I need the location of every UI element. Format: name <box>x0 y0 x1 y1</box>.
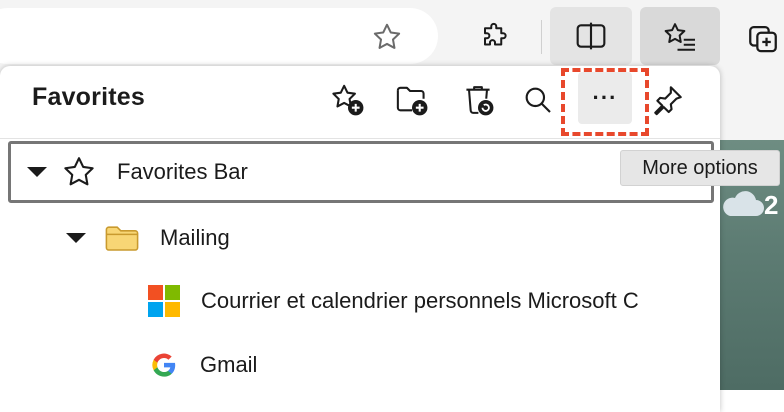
search-icon <box>525 87 551 113</box>
weather-temperature: 2 <box>764 190 779 220</box>
add-folder-button[interactable] <box>392 80 432 120</box>
google-logo-icon <box>152 353 176 377</box>
caret-down-icon[interactable] <box>66 233 86 243</box>
tree-item-outlook-bookmark[interactable]: Courrier et calendrier personnels Micros… <box>0 272 720 330</box>
tree-item-favorites-bar[interactable]: Favorites Bar <box>8 141 714 203</box>
annotation-highlight-box <box>561 68 649 136</box>
header-divider <box>0 138 720 139</box>
folder-icon <box>105 226 139 251</box>
tree-item-label: Courrier et calendrier personnels Micros… <box>201 288 639 313</box>
recently-deleted-button[interactable] <box>458 80 498 120</box>
favorites-button[interactable] <box>640 7 720 65</box>
tree-item-mailing-folder[interactable]: Mailing <box>0 210 720 266</box>
pin-icon <box>654 86 682 116</box>
panel-title: Favorites <box>32 83 145 111</box>
more-options-tooltip: More options <box>620 150 780 186</box>
puzzle-icon <box>484 22 507 46</box>
toolbar-separator <box>541 20 542 54</box>
add-favorite-icon <box>332 84 364 116</box>
background-page-strip <box>718 390 784 412</box>
tree-item-gmail-bookmark[interactable]: Gmail <box>0 336 720 394</box>
add-collection-icon <box>749 25 777 53</box>
microsoft-logo-icon <box>148 285 180 317</box>
favorites-panel: Favorites ··· Favorites Bar Mailing Cour… <box>0 66 720 412</box>
split-screen-icon <box>576 22 606 50</box>
recently-deleted-icon <box>466 86 494 116</box>
pin-favorites-button[interactable] <box>648 80 688 120</box>
collections-button[interactable] <box>742 16 784 58</box>
extensions-button[interactable] <box>474 16 516 58</box>
star-outline-icon <box>64 157 94 186</box>
cloud-icon <box>723 191 764 216</box>
split-screen-button[interactable] <box>550 7 632 65</box>
tree-item-label: Gmail <box>200 352 258 377</box>
add-to-favorites-button[interactable] <box>366 16 408 58</box>
add-favorite-button[interactable] <box>328 80 368 120</box>
favorites-list-icon <box>664 23 695 51</box>
tree-item-label: Favorites Bar <box>117 159 248 184</box>
tree-item-label: Mailing <box>160 225 230 250</box>
search-favorites-button[interactable] <box>518 80 558 120</box>
star-outline-icon <box>373 23 401 49</box>
add-folder-icon <box>396 86 428 116</box>
caret-down-icon[interactable] <box>27 167 47 177</box>
